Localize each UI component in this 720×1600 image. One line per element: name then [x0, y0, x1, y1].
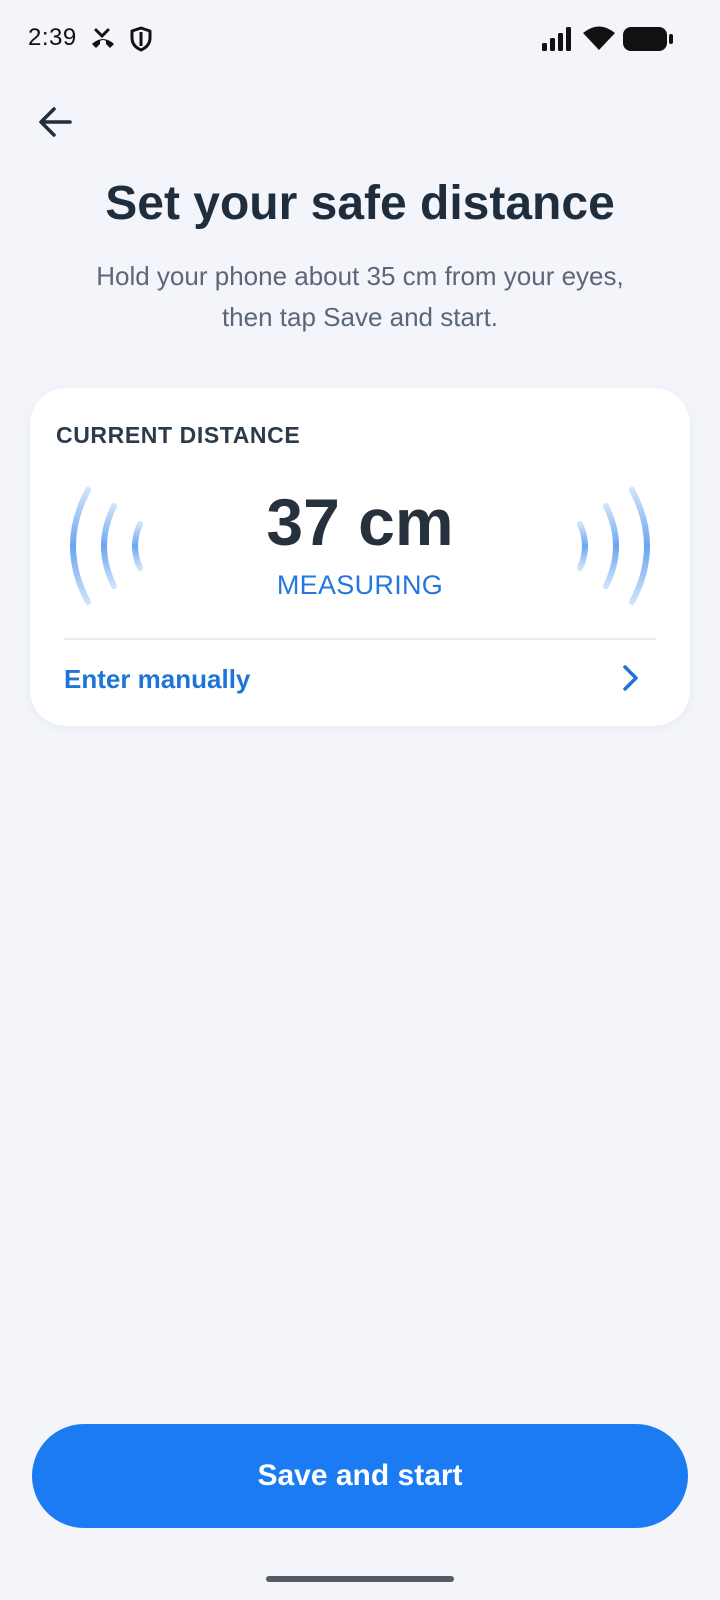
- wifi-icon: [583, 26, 615, 50]
- missed-call-icon: [92, 28, 114, 48]
- home-indicator[interactable]: [266, 1576, 454, 1582]
- sound-waves-right-icon: [577, 487, 650, 605]
- status-bar: 2:39: [0, 0, 720, 80]
- back-button[interactable]: [30, 96, 82, 148]
- shield-icon: [130, 26, 152, 52]
- card-label: CURRENT DISTANCE: [56, 422, 301, 448]
- card-divider: [64, 638, 656, 640]
- page-title: Set your safe distance: [105, 177, 615, 230]
- enter-manually-row[interactable]: Enter manually: [30, 642, 690, 718]
- arrow-left-icon: [39, 107, 72, 137]
- enter-manually-link[interactable]: Enter manually: [64, 664, 250, 695]
- status-time: 2:39: [28, 24, 77, 51]
- signal-icon: [542, 27, 571, 51]
- chevron-right-icon: [623, 665, 638, 691]
- distance-card: CURRENT DISTANCE 37 cm MEASURING Enter m…: [30, 388, 690, 726]
- page-subtitle: Hold your phone about 35 cm from your ey…: [96, 261, 624, 332]
- battery-icon: [623, 27, 673, 51]
- save-and-start-button[interactable]: Save and start: [32, 1424, 688, 1528]
